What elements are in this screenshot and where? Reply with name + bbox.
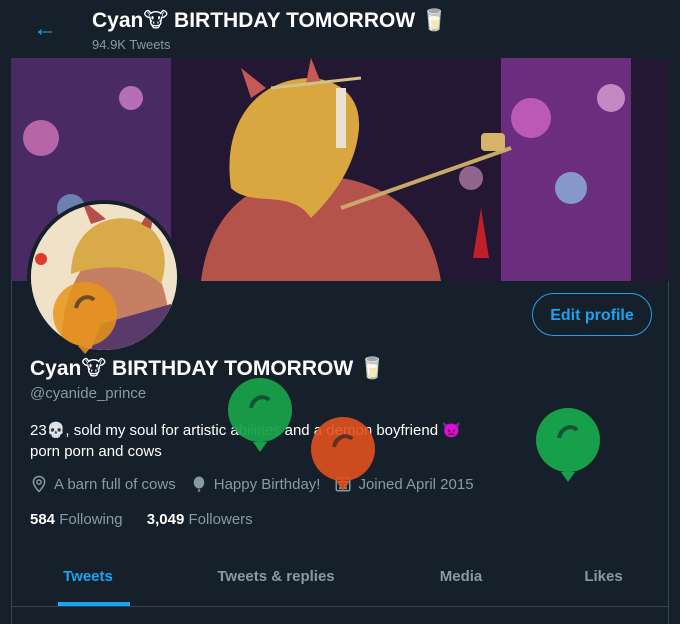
balloon-decoration-red <box>311 417 375 491</box>
top-bar: ← Cyan🐮 BIRTHDAY TOMORROW 🥛 94.9K Tweets <box>0 0 680 58</box>
profile-meta: A barn full of cows Happy Birthday! Join… <box>30 475 488 493</box>
edit-profile-button[interactable]: Edit profile <box>532 293 652 336</box>
tweet-count: 94.9K Tweets <box>92 37 171 52</box>
balloon-decoration-green-2 <box>536 408 600 482</box>
tab-tweets-label: Tweets <box>63 568 113 585</box>
profile-tabs: Tweets Tweets & replies Media Likes <box>11 554 669 607</box>
profile-handle: @cyanide_prince <box>30 385 147 402</box>
birthday-item: Happy Birthday! <box>190 475 321 493</box>
header-title: Cyan🐮 BIRTHDAY TOMORROW 🥛 <box>92 9 448 32</box>
follow-stats: 584 Following 3,049 Followers <box>30 511 273 528</box>
following-label: Following <box>59 511 123 528</box>
balloon-decoration-orange <box>53 282 117 354</box>
followers-count: 3,049 <box>146 511 185 528</box>
location-pin-icon <box>32 475 46 493</box>
following-link[interactable]: 584 Following <box>30 511 143 528</box>
active-tab-indicator <box>58 602 130 606</box>
tab-likes[interactable]: Likes <box>556 554 651 606</box>
location-item: A barn full of cows <box>30 475 176 493</box>
tab-tweets-replies-label: Tweets & replies <box>217 568 335 585</box>
tab-tweets-replies[interactable]: Tweets & replies <box>186 554 366 606</box>
balloon-decoration-green <box>228 378 292 452</box>
followers-label: Followers <box>188 511 253 528</box>
location-text: A barn full of cows <box>54 475 176 493</box>
balloon-icon <box>193 476 204 492</box>
back-arrow-icon[interactable]: ← <box>30 14 60 44</box>
tab-tweets[interactable]: Tweets <box>31 554 145 606</box>
tab-media-label: Media <box>439 568 483 585</box>
followers-link[interactable]: 3,049 Followers <box>147 511 273 528</box>
tab-likes-label: Likes <box>584 568 623 585</box>
following-count: 584 <box>30 511 56 528</box>
tab-media[interactable]: Media <box>411 554 511 606</box>
birthday-text: Happy Birthday! <box>213 475 321 493</box>
